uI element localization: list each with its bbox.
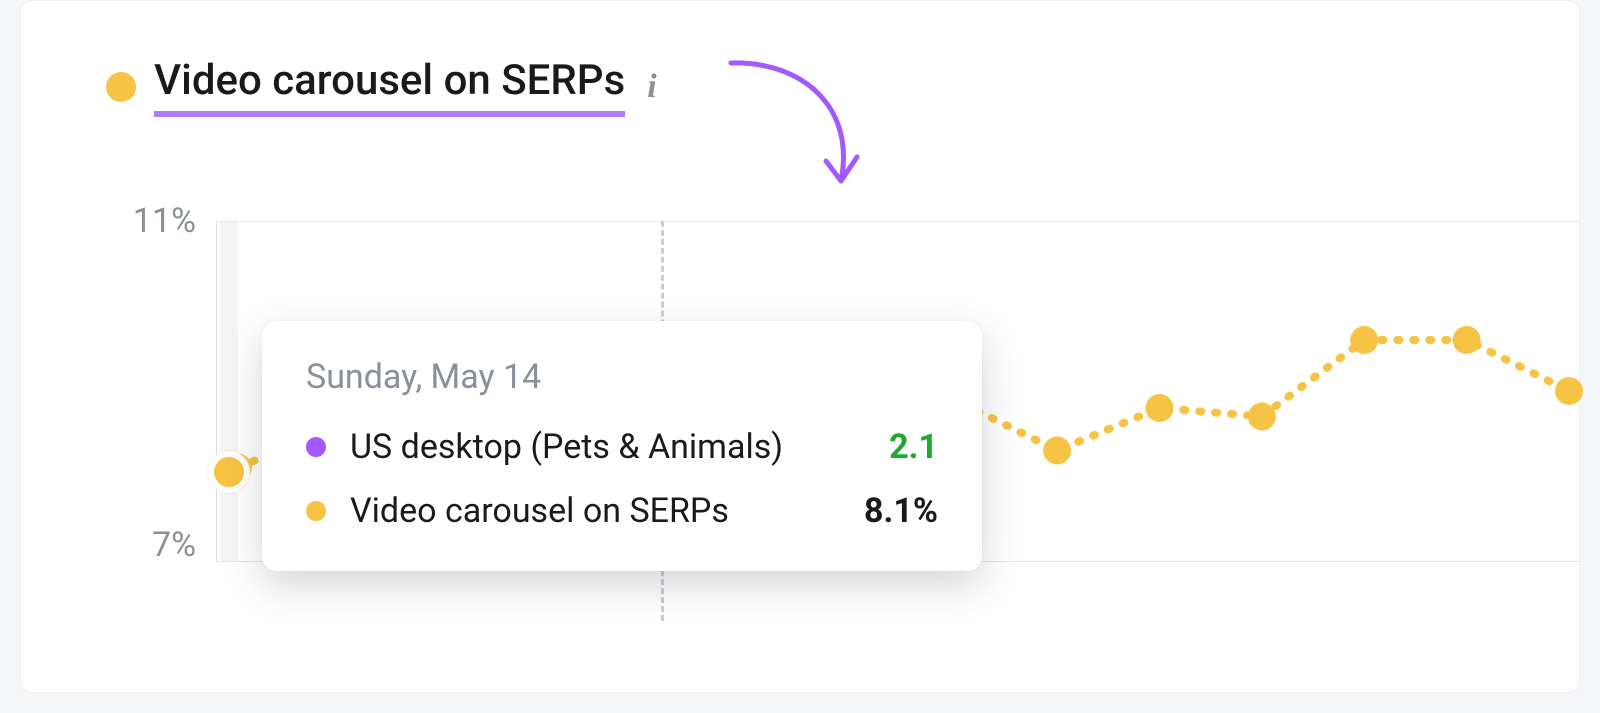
chart-title[interactable]: Video carousel on SERPs [154,56,625,117]
y-tick-top: 11% [106,201,196,241]
chart-tooltip: Sunday, May 14 US desktop (Pets & Animal… [262,321,982,571]
annotation-arrow-icon [721,51,901,211]
legend-dot-icon [106,72,136,102]
chart-legend: Video carousel on SERPs i [106,56,657,117]
tooltip-row: Video carousel on SERPs 8.1% [306,491,938,531]
series-dot-icon [306,501,326,521]
tooltip-series-label: Video carousel on SERPs [350,491,834,531]
tooltip-date: Sunday, May 14 [306,357,938,397]
tooltip-series-value: 2.1 [889,427,938,467]
tooltip-series-value: 8.1% [864,491,938,531]
chart-card: Video carousel on SERPs i 11% 7% Sunday,… [20,0,1580,693]
series-dot-icon [306,437,326,457]
data-point-current [208,451,250,493]
chart-area: 11% 7% Sunday, May 14 US desktop (Pets &… [106,201,1579,672]
info-icon[interactable]: i [647,68,656,106]
tooltip-series-label: US desktop (Pets & Animals) [350,427,859,467]
y-tick-bottom: 7% [106,525,196,565]
tooltip-row: US desktop (Pets & Animals) 2.1 [306,427,938,467]
